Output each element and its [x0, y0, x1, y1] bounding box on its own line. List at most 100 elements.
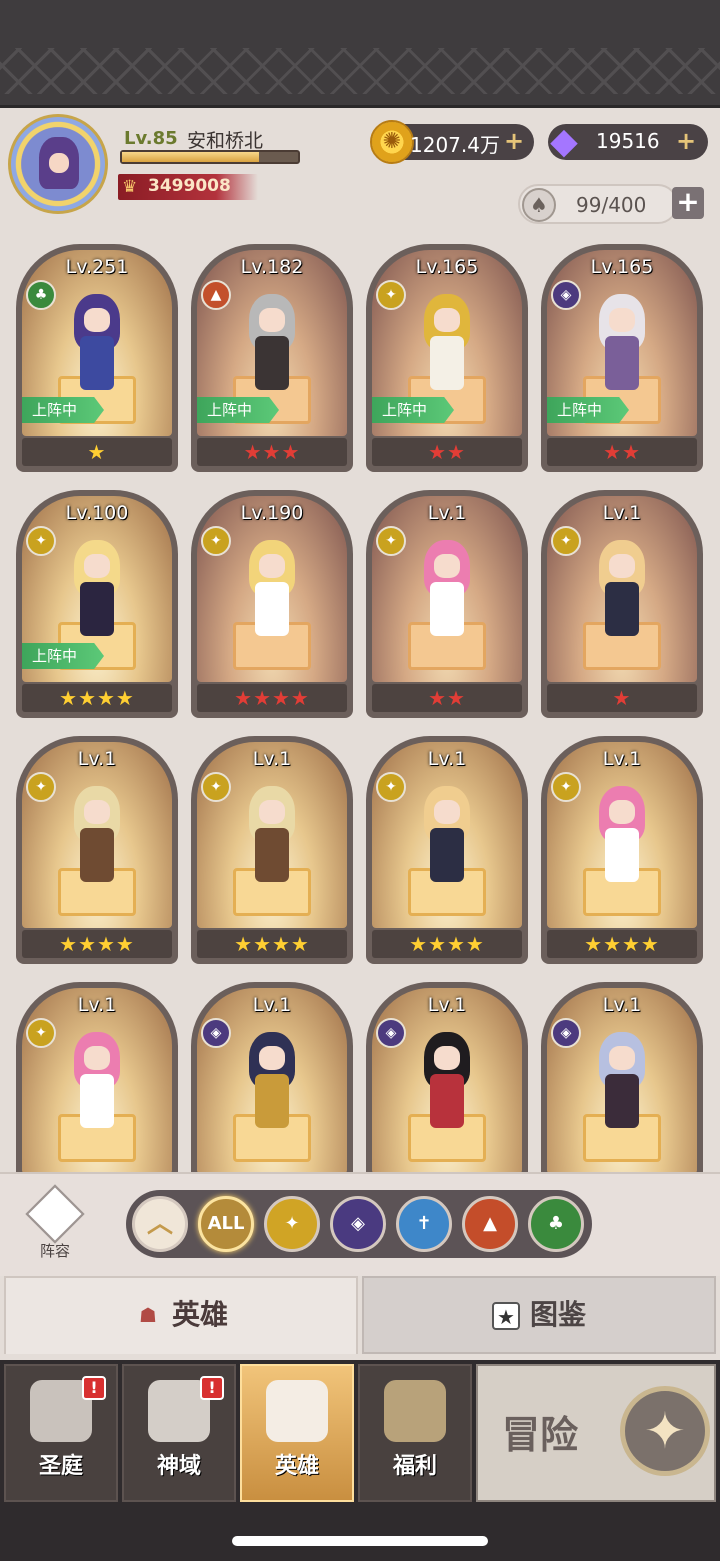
- hero-card[interactable]: Lv.251 ♣ 上阵中 ★: [16, 244, 178, 472]
- hero-sprite: [52, 534, 142, 646]
- compass-icon: ✦: [620, 1386, 710, 1476]
- filter-dark-button[interactable]: ◈: [330, 1196, 386, 1252]
- hero-level: Lv.190: [240, 502, 304, 524]
- hero-card[interactable]: Lv.1 ✦ ★★★★: [16, 736, 178, 964]
- lineup-button[interactable]: 阵容: [20, 1184, 90, 1266]
- deployed-tag: 上阵中: [197, 397, 279, 423]
- tab-heroes-label: 英雄: [171, 1298, 228, 1331]
- tab-collection-label: 图鉴: [529, 1298, 586, 1331]
- adventure-button[interactable]: 冒险 ✦: [476, 1364, 716, 1502]
- hero-sprite: [402, 780, 492, 892]
- deployed-tag: 上阵中: [22, 643, 104, 669]
- nav-domain-button[interactable]: 神域!: [122, 1364, 236, 1502]
- diamond-icon: ◆: [550, 121, 578, 162]
- gold-coin-icon: ✺: [370, 120, 414, 164]
- hero-level: Lv.1: [602, 748, 642, 770]
- gold-value: 1207.4万: [410, 133, 500, 157]
- hero-stars: ★★: [372, 438, 522, 466]
- filter-nature-button[interactable]: ♣: [528, 1196, 584, 1252]
- alert-badge-icon: !: [200, 1376, 224, 1400]
- hero-card[interactable]: Lv.1 ✦: [16, 982, 178, 1172]
- faction-light-icon: ✦: [376, 526, 406, 556]
- add-gold-button[interactable]: +: [504, 128, 524, 154]
- filter-bar: 阵容 ︿ ALL ✦ ◈ ✝ ▲ ♣: [0, 1172, 720, 1276]
- hero-card[interactable]: Lv.1 ✦ ★: [541, 490, 703, 718]
- filter-beast-button[interactable]: ▲: [462, 1196, 518, 1252]
- knight-helmet-icon: [266, 1380, 328, 1442]
- adventure-label: 冒险: [502, 1413, 579, 1457]
- faction-light-icon: ✦: [201, 526, 231, 556]
- faction-light-icon: ✦: [201, 772, 231, 802]
- hero-sprite: [577, 780, 667, 892]
- hero-level: Lv.1: [77, 994, 117, 1016]
- hero-level: Lv.1: [252, 994, 292, 1016]
- hero-card[interactable]: Lv.1 ✦ ★★★★: [191, 736, 353, 964]
- hero-slot-icon: ♠: [522, 188, 556, 222]
- hero-sprite: [577, 534, 667, 646]
- hero-level: Lv.1: [427, 748, 467, 770]
- faction-light-icon: ✦: [26, 772, 56, 802]
- hero-sprite: [227, 1026, 317, 1138]
- hero-card[interactable]: Lv.1 ✦ ★★: [366, 490, 528, 718]
- hero-card[interactable]: Lv.165 ◈ 上阵中 ★★: [541, 244, 703, 472]
- gem-value: 19516: [596, 129, 660, 153]
- faction-dark-icon: ◈: [201, 1018, 231, 1048]
- faction-light-icon: ✦: [376, 280, 406, 310]
- player-level: Lv.85: [124, 128, 178, 149]
- nav-court-button[interactable]: 圣庭!: [4, 1364, 118, 1502]
- power-value: 3499008: [148, 176, 231, 196]
- tab-collection[interactable]: ★ 图鉴: [362, 1276, 716, 1354]
- hero-sprite: [227, 288, 317, 400]
- deployed-tag: 上阵中: [547, 397, 629, 423]
- filter-holy-button[interactable]: ✝: [396, 1196, 452, 1252]
- hero-card[interactable]: Lv.165 ✦ 上阵中 ★★: [366, 244, 528, 472]
- hero-level: Lv.1: [252, 748, 292, 770]
- gem-counter: ◆ 19516 +: [548, 122, 708, 162]
- hero-stars: ★★★★: [22, 684, 172, 712]
- filter-all-button[interactable]: ALL: [198, 1196, 254, 1252]
- hero-sprite: [52, 1026, 142, 1138]
- filter-up-button[interactable]: ︿: [132, 1196, 188, 1252]
- tab-heroes[interactable]: ☗ 英雄: [4, 1276, 358, 1354]
- hero-level: Lv.165: [590, 256, 654, 278]
- hero-stars: ★★: [547, 438, 697, 466]
- faction-dark-icon: ◈: [551, 280, 581, 310]
- add-gem-button[interactable]: +: [676, 128, 696, 154]
- hero-card[interactable]: Lv.1 ✦ ★★★★: [366, 736, 528, 964]
- hero-card[interactable]: Lv.1 ◈: [191, 982, 353, 1172]
- hero-sprite: [227, 534, 317, 646]
- deployed-tag: 上阵中: [372, 397, 454, 423]
- hero-stars: ★★★★: [197, 930, 347, 958]
- hero-level: Lv.1: [427, 502, 467, 524]
- hero-card[interactable]: Lv.182 ▲ 上阵中 ★★★: [191, 244, 353, 472]
- faction-tree-icon: ♣: [26, 280, 56, 310]
- hero-sprite: [227, 780, 317, 892]
- hero-card[interactable]: Lv.1 ◈: [366, 982, 528, 1172]
- faction-fox-icon: ▲: [201, 280, 231, 310]
- hero-sprite: [577, 1026, 667, 1138]
- faction-dark-icon: ◈: [551, 1018, 581, 1048]
- top-banner: [0, 0, 720, 108]
- hero-card[interactable]: Lv.1 ◈: [541, 982, 703, 1172]
- hero-sprite: [402, 1026, 492, 1138]
- player-avatar[interactable]: [8, 114, 108, 214]
- hero-sprite: [577, 288, 667, 400]
- hero-card[interactable]: Lv.190 ✦ ★★★★: [191, 490, 353, 718]
- bottom-navigation: 冒险 ✦ 圣庭! 神域! 英雄 福利: [0, 1360, 720, 1561]
- hero-stars: ★★★★: [372, 930, 522, 958]
- hero-card[interactable]: Lv.100 ✦ 上阵中 ★★★★: [16, 490, 178, 718]
- hero-capacity: ♠ 99/400: [518, 184, 678, 224]
- hero-stars: ★★: [372, 684, 522, 712]
- expand-capacity-button[interactable]: +: [672, 187, 704, 219]
- nav-rewards-button[interactable]: 福利: [358, 1364, 472, 1502]
- hero-sprite: [402, 534, 492, 646]
- nav-heroes-button[interactable]: 英雄: [240, 1364, 354, 1502]
- faction-light-icon: ✦: [26, 1018, 56, 1048]
- hero-card[interactable]: Lv.1 ✦ ★★★★: [541, 736, 703, 964]
- nav-label: 神域: [156, 1454, 201, 1479]
- hero-level: Lv.100: [65, 502, 129, 524]
- hero-sprite: [402, 288, 492, 400]
- filter-light-button[interactable]: ✦: [264, 1196, 320, 1252]
- hero-sprite: [52, 288, 142, 400]
- home-indicator[interactable]: [232, 1536, 488, 1546]
